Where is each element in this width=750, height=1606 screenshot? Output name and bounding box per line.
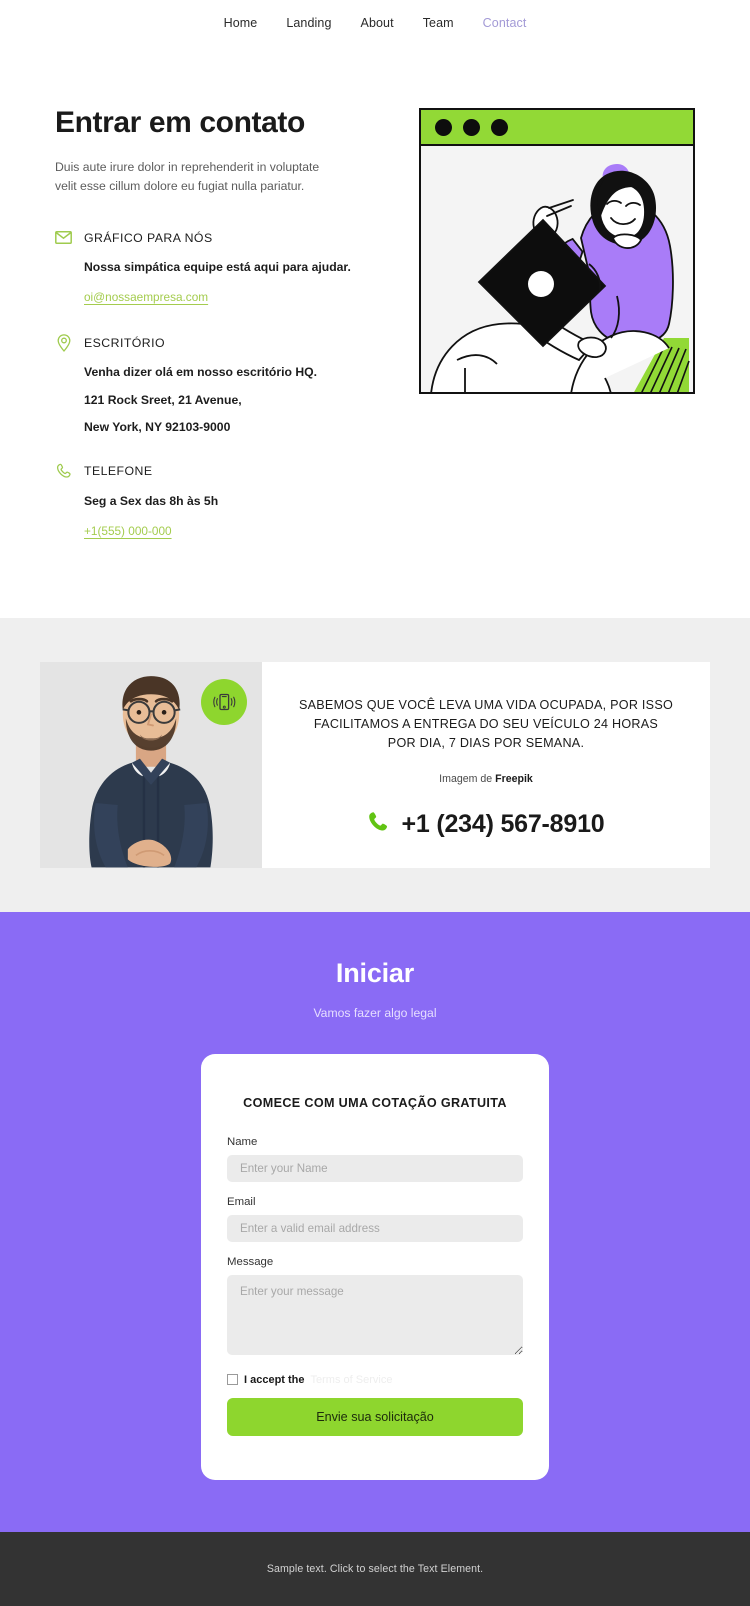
contact-block-email: GRÁFICO PARA NÓS Nossa simpática equipe … bbox=[55, 229, 355, 306]
nav-item-landing[interactable]: Landing bbox=[286, 16, 331, 30]
window-dot-icon bbox=[463, 118, 480, 136]
cta-phone[interactable]: +1 (234) 567-8910 bbox=[367, 810, 605, 840]
field-group-message: Message bbox=[227, 1256, 523, 1360]
submit-button[interactable]: Envie sua solicitação bbox=[227, 1397, 523, 1436]
cta-card: SABEMOS QUE VOCÊ LEVA UMA VIDA OCUPADA, … bbox=[40, 662, 710, 868]
mobile-ringing-icon bbox=[212, 690, 236, 714]
field-group-name: Name bbox=[227, 1136, 523, 1182]
email-link[interactable]: oi@nossaempresa.com bbox=[84, 290, 208, 304]
page-subtitle: Duis aute irure dolor in reprehenderit i… bbox=[55, 159, 320, 194]
contact-block-phone: TELEFONE Seg a Sex das 8h às 5h +1(555) … bbox=[55, 463, 355, 540]
terms-of-service-link[interactable]: Terms of Service bbox=[311, 1374, 393, 1386]
phone-link[interactable]: +1(555) 000-000 bbox=[84, 524, 172, 538]
cta-section: SABEMOS QUE VOCÊ LEVA UMA VIDA OCUPADA, … bbox=[0, 618, 750, 912]
phone-handset-icon bbox=[367, 810, 390, 840]
contact-block-office: ESCRITÓRIO Venha dizer olá em nosso escr… bbox=[55, 334, 355, 434]
nav-item-home[interactable]: Home bbox=[224, 16, 258, 30]
contact-page: Home Landing About Team Contact Entrar e… bbox=[0, 0, 750, 1606]
form-heading: Iniciar bbox=[335, 957, 415, 988]
cta-body: SABEMOS QUE VOCÊ LEVA UMA VIDA OCUPADA, … bbox=[262, 662, 710, 867]
footer-text[interactable]: Sample text. Click to select the Text El… bbox=[267, 1563, 483, 1575]
name-label: Name bbox=[227, 1135, 258, 1148]
illustration-window bbox=[419, 108, 695, 394]
cta-photo bbox=[40, 662, 262, 868]
contact-section: Entrar em contato Duis aute irure dolor … bbox=[0, 46, 750, 619]
quote-form-card: COMECE COM UMA COTAÇÃO GRATUITA Name Ema… bbox=[201, 1053, 549, 1480]
contact-block-line: Seg a Sex das 8h às 5h bbox=[84, 493, 219, 508]
page-footer: Sample text. Click to select the Text El… bbox=[0, 1531, 750, 1606]
contact-block-title: GRÁFICO PARA NÓS bbox=[84, 230, 213, 245]
window-dot-icon bbox=[491, 118, 508, 136]
email-label: Email bbox=[227, 1195, 256, 1208]
name-input[interactable] bbox=[227, 1154, 523, 1182]
nav-item-contact[interactable]: Contact bbox=[483, 16, 527, 30]
credit-source: Freepik bbox=[495, 772, 533, 785]
terms-row: I accept the Terms of Service bbox=[227, 1374, 523, 1386]
contact-block-line: Nossa simpática equipe está aqui para aj… bbox=[84, 260, 351, 275]
mobile-ringing-badge bbox=[201, 679, 247, 726]
cta-headline: SABEMOS QUE VOCÊ LEVA UMA VIDA OCUPADA, … bbox=[298, 698, 674, 751]
contact-block-title: TELEFONE bbox=[84, 464, 153, 479]
contact-details-column: Entrar em contato Duis aute irure dolor … bbox=[55, 102, 355, 540]
illustration-artwork bbox=[421, 146, 693, 392]
message-textarea[interactable] bbox=[227, 1274, 523, 1355]
email-input[interactable] bbox=[227, 1214, 523, 1242]
contact-block-line: New York, NY 92103-9000 bbox=[84, 420, 231, 435]
envelope-icon bbox=[55, 229, 72, 246]
map-pin-icon bbox=[55, 334, 72, 352]
nav-item-team[interactable]: Team bbox=[423, 16, 454, 30]
terms-checkbox[interactable] bbox=[227, 1374, 238, 1386]
contact-block-line: 121 Rock Sreet, 21 Avenue, bbox=[84, 392, 242, 407]
contact-block-title: ESCRITÓRIO bbox=[84, 335, 166, 350]
illustration-window-titlebar bbox=[421, 110, 693, 146]
cta-image-credit: Imagem de Freepik bbox=[439, 773, 533, 785]
terms-prefix-label: I accept the bbox=[244, 1373, 305, 1386]
contact-block-line: Venha dizer olá em nosso escritório HQ. bbox=[84, 365, 317, 380]
nav-item-about[interactable]: About bbox=[361, 16, 394, 30]
page-title: Entrar em contato bbox=[55, 106, 305, 139]
field-group-email: Email bbox=[227, 1196, 523, 1242]
form-subheading: Vamos fazer algo legal bbox=[313, 1005, 437, 1020]
cta-phone-number: +1 (234) 567-8910 bbox=[401, 810, 605, 839]
illustration-column bbox=[355, 102, 695, 394]
message-label: Message bbox=[227, 1255, 274, 1268]
window-dot-icon bbox=[435, 118, 452, 136]
phone-icon bbox=[55, 463, 72, 480]
form-card-title: COMECE COM UMA COTAÇÃO GRATUITA bbox=[243, 1095, 507, 1110]
form-section: Iniciar Vamos fazer algo legal COMECE CO… bbox=[0, 911, 750, 1532]
main-navigation: Home Landing About Team Contact bbox=[0, 0, 750, 46]
credit-prefix: Imagem de bbox=[439, 772, 496, 785]
